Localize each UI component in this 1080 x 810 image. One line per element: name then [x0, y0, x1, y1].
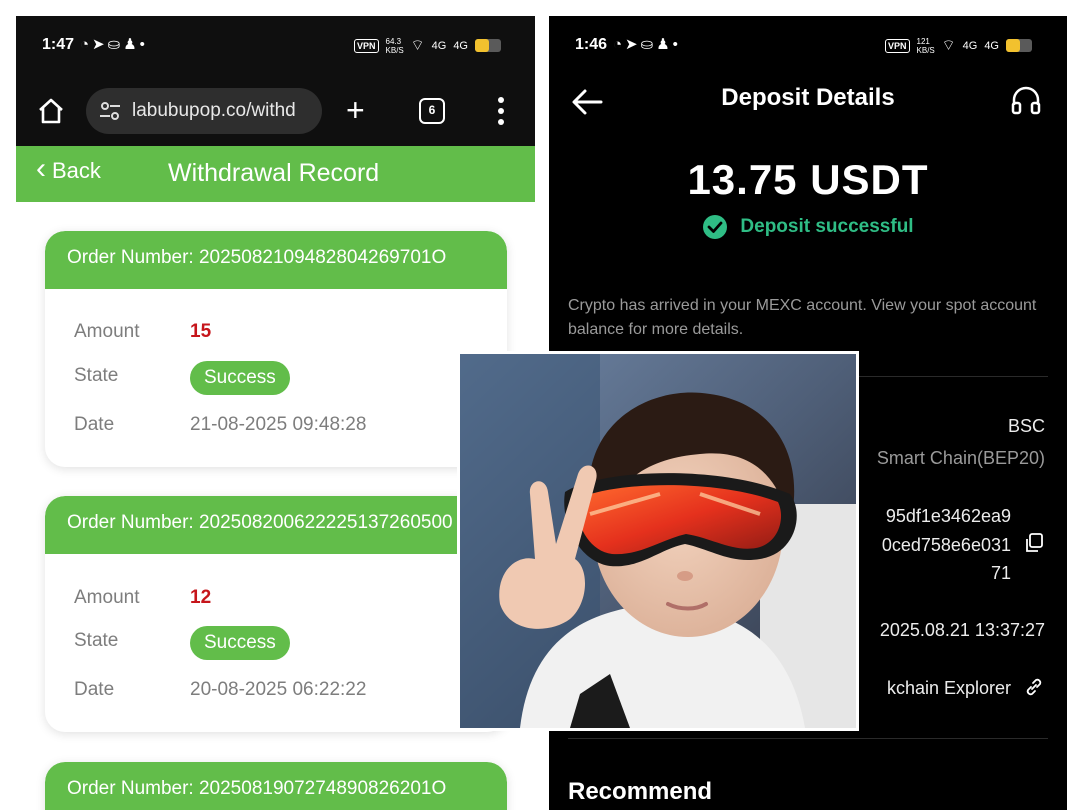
- deposit-note: Crypto has arrived in your MEXC account.…: [568, 297, 1037, 338]
- divider: [568, 738, 1048, 739]
- txid-line-1: 95df1e3462ea9: [885, 506, 1011, 526]
- network-short: BSC: [1007, 416, 1045, 436]
- notification-icons: ◔➤⛀♟•: [80, 36, 148, 53]
- link-icon[interactable]: [1023, 676, 1045, 698]
- wifi-icon: ⌔: [941, 37, 956, 54]
- status-bar: 1:46 ◔➤⛀♟• VPN 121 KB/S ⌔ 4G 4G: [549, 16, 1067, 76]
- deposit-time: 2025.08.21 13:37:27: [879, 620, 1045, 640]
- date-label: Date: [74, 414, 115, 435]
- recommend-heading: Recommend: [568, 778, 713, 805]
- copy-icon[interactable]: [1023, 532, 1045, 554]
- deposit-status: Deposit successful: [549, 214, 1067, 240]
- deposit-amount: 13.75 USDT: [687, 156, 929, 203]
- amount-label: Amount: [74, 321, 140, 342]
- child-sunglasses-photo: [457, 351, 859, 731]
- deposit-header: Deposit Details: [549, 76, 1067, 136]
- tabs-count-icon[interactable]: 6: [419, 98, 445, 124]
- status-bar: 1:47 ◔➤⛀♟• VPN 64.3 KB/S ⌔ 4G 4G: [16, 16, 535, 76]
- screenshot-collage: 1:47 ◔➤⛀♟• VPN 64.3 KB/S ⌔ 4G 4G labubup…: [0, 0, 1080, 810]
- amount-value: 15: [190, 321, 212, 342]
- browser-toolbar: labubupop.co/withd + 6: [16, 76, 535, 146]
- back-label: Back: [52, 158, 101, 183]
- date-value: 20-08-2025 06:22:22: [190, 679, 367, 700]
- battery-icon: [1006, 39, 1032, 52]
- battery-icon: [475, 39, 501, 52]
- new-tab-icon[interactable]: +: [346, 94, 365, 126]
- withdrawal-card[interactable]: Order Number: 202508200622225137260500 A…: [45, 496, 507, 732]
- back-button[interactable]: ‹ Back: [36, 154, 101, 184]
- net-speed: 64.3 KB/S: [385, 36, 404, 55]
- order-number: Order Number: 202508200622225137260500: [45, 496, 507, 554]
- signal-2-label: 4G: [984, 39, 999, 52]
- state-label: State: [74, 630, 119, 651]
- deposit-status-text: Deposit successful: [740, 216, 914, 237]
- explorer-link[interactable]: kchain Explorer: [887, 678, 1011, 699]
- withdrawal-card[interactable]: Order Number: 2025082109482804269701O Am…: [45, 231, 507, 467]
- notification-icons: ◔➤⛀♟•: [613, 36, 681, 53]
- url-text: labubupop.co/withd: [132, 100, 296, 121]
- txid-line-3: 71: [990, 563, 1011, 583]
- order-number: Order Number: 2025081907274890826201O: [45, 762, 507, 810]
- status-time: 1:47: [42, 36, 75, 53]
- network-full: Smart Chain(BEP20): [876, 448, 1045, 468]
- date-value: 21-08-2025 09:48:28: [190, 414, 367, 435]
- txid-line-2: 0ced758e6e031: [881, 535, 1011, 555]
- menu-kebab-icon[interactable]: [498, 96, 504, 126]
- status-right-icons: VPN 64.3 KB/S ⌔ 4G 4G: [354, 36, 501, 55]
- site-settings-icon[interactable]: [98, 99, 122, 123]
- home-icon[interactable]: [36, 96, 66, 126]
- status-badge: Success: [190, 361, 290, 395]
- status-time: 1:46: [575, 36, 608, 53]
- amount-value: 12: [190, 587, 212, 608]
- page-title: Withdrawal Record: [168, 159, 380, 187]
- wifi-icon: ⌔: [410, 37, 425, 54]
- net-speed: 121 KB/S: [916, 36, 935, 55]
- signal-1-label: 4G: [431, 39, 447, 52]
- page-title: Deposit Details: [721, 84, 895, 111]
- vpn-icon: VPN: [885, 38, 910, 53]
- signal-1-label: 4G: [962, 39, 978, 52]
- chevron-left-icon: ‹: [36, 152, 46, 185]
- date-label: Date: [74, 679, 115, 700]
- withdrawal-card[interactable]: Order Number: 2025081907274890826201O: [45, 762, 507, 810]
- headset-icon[interactable]: [1009, 83, 1043, 117]
- order-number: Order Number: 2025082109482804269701O: [45, 231, 507, 289]
- state-label: State: [74, 365, 119, 386]
- amount-label: Amount: [74, 587, 140, 608]
- check-circle-icon: [703, 215, 728, 239]
- status-badge: Success: [190, 626, 290, 660]
- page-header: ‹ Back Withdrawal Record: [16, 146, 535, 202]
- status-right-icons: VPN 121 KB/S ⌔ 4G 4G: [885, 36, 1032, 55]
- signal-2-label: 4G: [453, 39, 468, 52]
- address-bar[interactable]: labubupop.co/withd: [86, 88, 322, 134]
- photo-illustration: [460, 354, 856, 728]
- vpn-icon: VPN: [354, 38, 379, 53]
